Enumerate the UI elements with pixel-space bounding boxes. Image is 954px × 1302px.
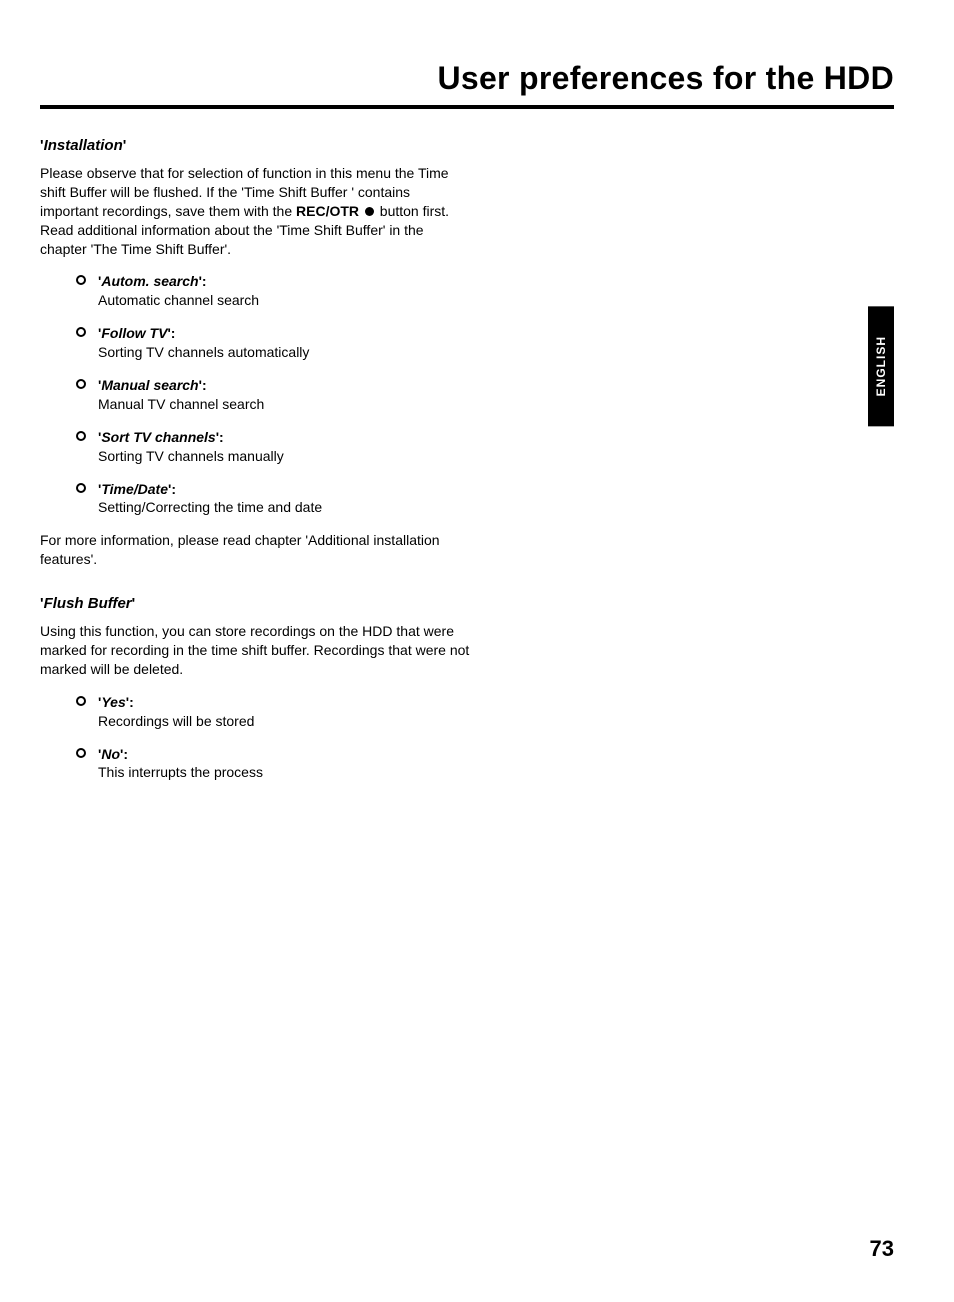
list-item: 'Follow TV': Sorting TV channels automat… (76, 324, 506, 362)
option-name: No (101, 746, 120, 762)
list-item: 'No': This interrupts the process (76, 745, 506, 783)
option-desc: Sorting TV channels manually (98, 447, 506, 466)
page-number: 73 (870, 1236, 894, 1262)
heading-text: Flush Buffer (44, 595, 132, 612)
option-label: 'Sort TV channels': (98, 429, 224, 445)
page-title: User preferences for the HDD (40, 60, 894, 97)
option-desc: Setting/Correcting the time and date (98, 498, 506, 517)
installation-outro: For more information, please read chapte… (40, 531, 470, 569)
option-label: 'Follow TV': (98, 325, 175, 341)
section-heading-flush-buffer: 'Flush Buffer' (40, 595, 894, 612)
ring-bullet-icon (76, 431, 86, 441)
ring-bullet-icon (76, 379, 86, 389)
option-name: Autom. search (101, 273, 198, 289)
ring-bullet-icon (76, 748, 86, 758)
option-name: Yes (101, 694, 125, 710)
list-item: 'Time/Date': Setting/Correcting the time… (76, 480, 506, 518)
option-label: 'No': (98, 746, 128, 762)
option-label: 'Manual search': (98, 377, 207, 393)
list-item: 'Autom. search': Automatic channel searc… (76, 272, 506, 310)
heading-text: Installation (44, 137, 123, 154)
list-item: 'Sort TV channels': Sorting TV channels … (76, 428, 506, 466)
option-label: 'Time/Date': (98, 481, 176, 497)
ring-bullet-icon (76, 275, 86, 285)
option-name: Manual search (101, 377, 198, 393)
quote-close: ' (132, 595, 136, 612)
ring-bullet-icon (76, 327, 86, 337)
option-name: Follow TV (101, 325, 167, 341)
option-desc: Recordings will be stored (98, 712, 506, 731)
option-name: Time/Date (101, 481, 168, 497)
list-item: 'Yes': Recordings will be stored (76, 693, 506, 731)
option-desc: Automatic channel search (98, 291, 506, 310)
flush-buffer-options-list: 'Yes': Recordings will be stored 'No': T… (40, 693, 506, 783)
flush-buffer-intro: Using this function, you can store recor… (40, 622, 470, 679)
option-name: Sort TV channels (101, 429, 215, 445)
ring-bullet-icon (76, 696, 86, 706)
option-label: 'Autom. search': (98, 273, 207, 289)
installation-options-list: 'Autom. search': Automatic channel searc… (40, 272, 506, 517)
rec-otr-label: REC/OTR (296, 203, 359, 219)
page-container: User preferences for the HDD 'Installati… (0, 0, 954, 1302)
list-item: 'Manual search': Manual TV channel searc… (76, 376, 506, 414)
option-desc: Manual TV channel search (98, 395, 506, 414)
ring-bullet-icon (76, 483, 86, 493)
quote-close: ' (123, 137, 127, 154)
installation-intro: Please observe that for selection of fun… (40, 164, 470, 258)
language-tab: ENGLISH (868, 306, 894, 426)
option-desc: Sorting TV channels automatically (98, 343, 506, 362)
option-desc: This interrupts the process (98, 763, 506, 782)
record-dot-icon (365, 207, 374, 216)
section-heading-installation: 'Installation' (40, 137, 894, 154)
title-rule (40, 105, 894, 109)
option-label: 'Yes': (98, 694, 134, 710)
